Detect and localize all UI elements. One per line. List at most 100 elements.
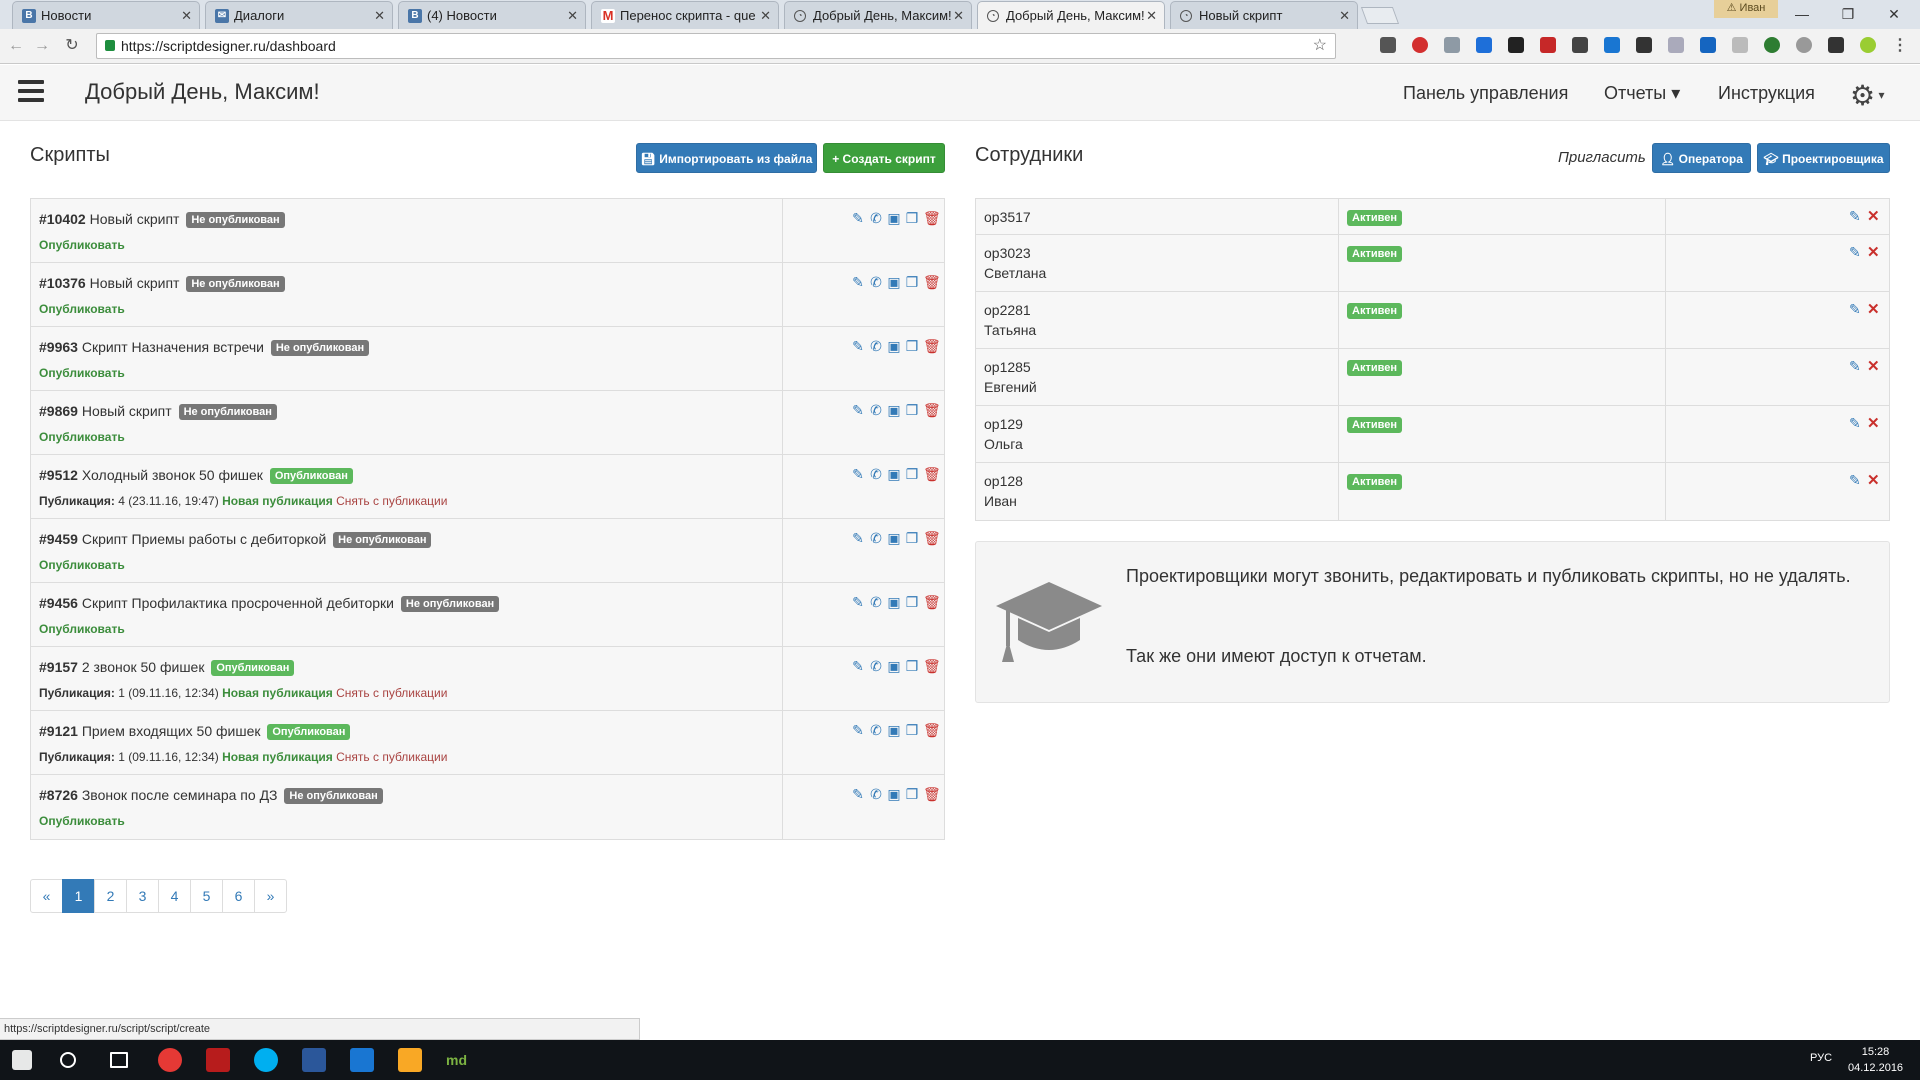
hamburger-menu-icon[interactable] — [18, 80, 44, 102]
close-icon[interactable]: ✕ — [567, 2, 578, 29]
copy-icon[interactable]: ❐ — [905, 659, 919, 674]
app-icon[interactable] — [206, 1048, 230, 1072]
extension-icon[interactable] — [1732, 37, 1748, 53]
close-icon[interactable]: ✕ — [1867, 300, 1880, 318]
phone-icon[interactable]: ✆ — [869, 403, 883, 418]
copy-icon[interactable]: ❐ — [905, 403, 919, 418]
close-icon[interactable]: ✕ — [953, 2, 964, 29]
publish-link[interactable]: Опубликовать — [39, 814, 125, 828]
copy-icon[interactable]: ❐ — [905, 339, 919, 354]
language-indicator[interactable]: РУС — [1810, 1052, 1832, 1064]
floppy-disk-icon[interactable]: ▣ — [887, 403, 901, 418]
trash-icon[interactable]: 🗑︎ — [923, 403, 941, 418]
publish-link[interactable]: Опубликовать — [39, 366, 125, 380]
app-icon[interactable]: md — [446, 1048, 470, 1072]
pagination-page[interactable]: 2 — [94, 879, 127, 913]
floppy-disk-icon[interactable]: ▣ — [887, 275, 901, 290]
floppy-disk-icon[interactable]: ▣ — [887, 723, 901, 738]
pencil-icon[interactable]: ✎ — [1849, 415, 1861, 432]
chrome-icon[interactable] — [158, 1048, 182, 1072]
pencil-icon[interactable]: ✎ — [851, 595, 865, 610]
opera-icon[interactable] — [1412, 37, 1428, 53]
task-view-icon[interactable] — [110, 1052, 128, 1068]
floppy-disk-icon[interactable]: ▣ — [887, 531, 901, 546]
phone-icon[interactable]: ✆ — [869, 211, 883, 226]
browser-tab[interactable]: В (4) Новости ✕ — [398, 1, 586, 29]
floppy-disk-icon[interactable]: ▣ — [887, 787, 901, 802]
publish-link[interactable]: Опубликовать — [39, 238, 125, 252]
script-name[interactable]: Новый скрипт — [82, 403, 172, 419]
phone-icon[interactable]: ✆ — [869, 275, 883, 290]
script-name[interactable]: Скрипт Приемы работы с дебиторкой — [82, 531, 326, 547]
pagination-prev[interactable]: « — [30, 879, 63, 913]
new-publication-link[interactable]: Новая публикация — [222, 686, 333, 700]
copy-icon[interactable]: ❐ — [905, 211, 919, 226]
floppy-disk-icon[interactable]: ▣ — [887, 211, 901, 226]
extension-icon[interactable] — [1604, 37, 1620, 53]
copy-icon[interactable]: ❐ — [905, 275, 919, 290]
close-icon[interactable]: ✕ — [1867, 207, 1880, 225]
trash-icon[interactable]: 🗑︎ — [923, 787, 941, 802]
download-icon[interactable] — [1476, 37, 1492, 53]
pencil-icon[interactable]: ✎ — [851, 467, 865, 482]
gear-icon[interactable]: ⚙ ▾ — [1850, 79, 1884, 112]
trash-icon[interactable]: 🗑︎ — [923, 211, 941, 226]
puzzle-icon[interactable] — [1636, 37, 1652, 53]
floppy-disk-icon[interactable]: ▣ — [887, 339, 901, 354]
pagination-page[interactable]: 5 — [190, 879, 223, 913]
close-icon[interactable]: ✕ — [1146, 2, 1157, 29]
script-name[interactable]: Звонок после семинара по ДЗ — [82, 787, 278, 803]
pagination-page[interactable]: 6 — [222, 879, 255, 913]
extension-icon[interactable] — [1860, 37, 1876, 53]
extension-icon[interactable] — [1828, 37, 1844, 53]
pencil-icon[interactable]: ✎ — [851, 339, 865, 354]
back-icon[interactable]: ← — [6, 36, 26, 56]
pencil-icon[interactable]: ✎ — [1849, 244, 1861, 261]
trash-icon[interactable]: 🗑︎ — [923, 723, 941, 738]
browser-tab-active[interactable]: ◔ Добрый День, Максим! ✕ — [977, 1, 1165, 30]
close-icon[interactable]: ✕ — [760, 2, 771, 29]
pagination-next[interactable]: » — [254, 879, 287, 913]
pencil-icon[interactable]: ✎ — [1849, 301, 1861, 318]
pagination-page[interactable]: 3 — [126, 879, 159, 913]
trash-icon[interactable]: 🗑︎ — [923, 659, 941, 674]
phone-icon[interactable]: ✆ — [869, 595, 883, 610]
close-icon[interactable]: ✕ — [1867, 471, 1880, 489]
script-name[interactable]: Новый скрипт — [90, 211, 180, 227]
trash-icon[interactable]: 🗑︎ — [923, 467, 941, 482]
new-publication-link[interactable]: Новая публикация — [222, 494, 333, 508]
close-icon[interactable]: ✕ — [1867, 414, 1880, 432]
extension-icon[interactable] — [1508, 37, 1524, 53]
unpublish-link[interactable]: Снять с публикации — [336, 686, 447, 700]
extension-icon[interactable] — [1540, 37, 1556, 53]
extension-icon[interactable] — [1444, 37, 1460, 53]
phone-icon[interactable]: ✆ — [869, 531, 883, 546]
trash-icon[interactable]: 🗑︎ — [923, 531, 941, 546]
browser-tab[interactable]: ◔ Новый скрипт ✕ — [1170, 1, 1358, 29]
bookmark-star-icon[interactable]: ☆ — [1313, 34, 1327, 58]
unpublish-link[interactable]: Снять с публикации — [336, 494, 447, 508]
pencil-icon[interactable]: ✎ — [851, 403, 865, 418]
browser-tab[interactable]: В Новости ✕ — [12, 1, 200, 29]
script-name[interactable]: Новый скрипт — [90, 275, 180, 291]
phone-icon[interactable]: ✆ — [869, 723, 883, 738]
publish-link[interactable]: Опубликовать — [39, 430, 125, 444]
pagination-page[interactable]: 1 — [62, 879, 95, 913]
copy-icon[interactable]: ❐ — [905, 595, 919, 610]
copy-icon[interactable]: ❐ — [905, 531, 919, 546]
import-from-file-button[interactable]: 💾︎ Импортировать из файла — [636, 143, 817, 173]
publish-link[interactable]: Опубликовать — [39, 558, 125, 572]
clock[interactable]: 15:28 04.12.2016 — [1848, 1044, 1903, 1076]
pencil-icon[interactable]: ✎ — [1849, 472, 1861, 489]
close-icon[interactable]: ✕ — [181, 2, 192, 29]
script-name[interactable]: 2 звонок 50 фишек — [82, 659, 205, 675]
nav-dashboard-link[interactable]: Панель управления — [1403, 83, 1568, 104]
floppy-disk-icon[interactable]: ▣ — [887, 595, 901, 610]
pencil-icon[interactable]: ✎ — [851, 531, 865, 546]
publish-link[interactable]: Опубликовать — [39, 622, 125, 636]
extension-icon[interactable] — [1668, 37, 1684, 53]
trash-icon[interactable]: 🗑︎ — [923, 275, 941, 290]
word-icon[interactable] — [302, 1048, 326, 1072]
browser-tab[interactable]: M Перенос скрипта - que ✕ — [591, 1, 779, 29]
trash-icon[interactable]: 🗑︎ — [923, 339, 941, 354]
